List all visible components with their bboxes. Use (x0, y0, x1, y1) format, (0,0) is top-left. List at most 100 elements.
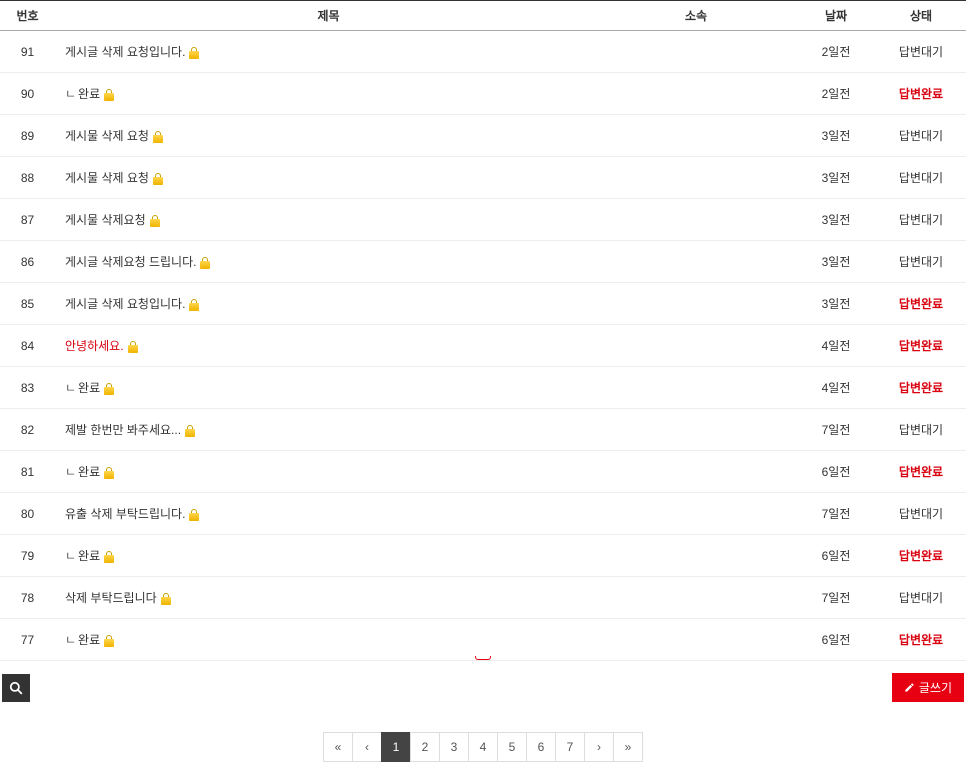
cell-date: 3일전 (796, 283, 876, 325)
post-title-link[interactable]: 게시글 삭제 요청입니다. (65, 45, 185, 59)
cell-status: 답변대기 (876, 577, 966, 619)
cell-status: 답변대기 (876, 409, 966, 451)
page-last[interactable]: » (613, 732, 643, 762)
post-title-link[interactable]: 완료 (78, 465, 100, 479)
cell-date: 7일전 (796, 493, 876, 535)
cell-no: 81 (0, 451, 55, 493)
cell-title: 게시글 삭제 요청입니다. (55, 283, 596, 325)
post-title-link[interactable]: 게시글 삭제요청 드립니다. (65, 255, 196, 269)
lock-icon (104, 89, 114, 101)
cell-affil (596, 367, 796, 409)
header-title: 제목 (55, 1, 596, 31)
header-no: 번호 (0, 1, 55, 31)
cell-title: 게시물 삭제 요청 (55, 115, 596, 157)
post-title-link[interactable]: 삭제 부탁드립니다 (65, 591, 157, 605)
cell-date: 7일전 (796, 577, 876, 619)
post-title-link[interactable]: 안녕하세요. (65, 339, 124, 353)
page-next[interactable]: › (584, 732, 614, 762)
cell-status: 답변대기 (876, 241, 966, 283)
cell-status: 답변완료 (876, 451, 966, 493)
table-row: 84안녕하세요.4일전답변완료 (0, 325, 966, 367)
page-first[interactable]: « (323, 732, 353, 762)
post-title-link[interactable]: 완료 (78, 549, 100, 563)
cell-date: 3일전 (796, 241, 876, 283)
header-affil: 소속 (596, 1, 796, 31)
post-title-link[interactable]: 완료 (78, 633, 100, 647)
reply-prefix: ㄴ (65, 465, 76, 479)
post-title-link[interactable]: 유출 삭제 부탁드립니다. (65, 507, 185, 521)
cell-no: 88 (0, 157, 55, 199)
table-row: 91게시글 삭제 요청입니다.2일전답변대기 (0, 31, 966, 73)
lock-icon (104, 467, 114, 479)
cell-no: 79 (0, 535, 55, 577)
lock-icon (150, 215, 160, 227)
table-row: 85 게시글 삭제 요청입니다. 3일전답변완료 (0, 283, 966, 325)
page-4[interactable]: 4 (468, 732, 498, 762)
cell-date: 3일전 (796, 199, 876, 241)
lock-icon (200, 257, 210, 269)
cell-title: 삭제 부탁드립니다 (55, 577, 596, 619)
lock-icon (189, 47, 199, 59)
cell-no: 82 (0, 409, 55, 451)
page-2[interactable]: 2 (410, 732, 440, 762)
cell-affil (596, 31, 796, 73)
post-title-link[interactable]: 제발 한번만 봐주세요... (65, 423, 181, 437)
cell-affil (596, 199, 796, 241)
table-row: 89게시물 삭제 요청3일전답변대기 (0, 115, 966, 157)
cell-affil (596, 241, 796, 283)
pencil-icon (904, 682, 915, 693)
page-7[interactable]: 7 (555, 732, 585, 762)
cell-affil (596, 535, 796, 577)
write-button[interactable]: 글쓰기 (892, 673, 964, 702)
page-1[interactable]: 1 (381, 732, 411, 762)
cell-affil (596, 409, 796, 451)
cell-title: 안녕하세요. (55, 325, 596, 367)
cell-title: 게시물 삭제요청 (55, 199, 596, 241)
cell-status: 답변완료 (876, 283, 966, 325)
cell-affil (596, 493, 796, 535)
table-row: 83ㄴ완료4일전답변완료 (0, 367, 966, 409)
table-row: 90ㄴ완료2일전답변완료 (0, 73, 966, 115)
cell-affil (596, 325, 796, 367)
cell-affil (596, 115, 796, 157)
board-table: 번호 제목 소속 날짜 상태 91게시글 삭제 요청입니다.2일전답변대기90ㄴ… (0, 0, 966, 661)
cell-affil (596, 157, 796, 199)
cell-no: 87 (0, 199, 55, 241)
cell-affil (596, 451, 796, 493)
table-row: 87게시물 삭제요청3일전답변대기 (0, 199, 966, 241)
cell-date: 7일전 (796, 409, 876, 451)
cell-title: 게시글 삭제요청 드립니다. (55, 241, 596, 283)
cell-affil (596, 283, 796, 325)
lock-icon (189, 299, 199, 311)
lock-icon (104, 635, 114, 647)
cell-no: 80 (0, 493, 55, 535)
post-title-link[interactable]: 완료 (78, 87, 100, 101)
cell-status: 답변완료 (876, 367, 966, 409)
cell-date: 4일전 (796, 367, 876, 409)
table-row: 78삭제 부탁드립니다7일전답변대기 (0, 577, 966, 619)
search-button[interactable] (2, 674, 30, 702)
cell-no: 89 (0, 115, 55, 157)
post-title-link[interactable]: 게시글 삭제 요청입니다. (65, 297, 185, 311)
lock-icon (104, 551, 114, 563)
page-5[interactable]: 5 (497, 732, 527, 762)
pagination: «‹1234567›» (0, 732, 966, 762)
cell-date: 6일전 (796, 451, 876, 493)
post-title-link[interactable]: 게시물 삭제 요청 (65, 129, 149, 143)
lock-icon (189, 509, 199, 521)
page-6[interactable]: 6 (526, 732, 556, 762)
write-button-label: 글쓰기 (919, 679, 952, 696)
cell-no: 85 (0, 283, 55, 325)
lock-icon (128, 341, 138, 353)
cell-title: 게시글 삭제 요청입니다. (55, 31, 596, 73)
post-title-link[interactable]: 게시물 삭제 요청 (65, 171, 149, 185)
post-title-link[interactable]: 게시물 삭제요청 (65, 213, 146, 227)
table-row: 79ㄴ완료6일전답변완료 (0, 535, 966, 577)
page-prev[interactable]: ‹ (352, 732, 382, 762)
cell-title: ㄴ완료 (55, 451, 596, 493)
page-3[interactable]: 3 (439, 732, 469, 762)
post-title-link[interactable]: 완료 (78, 381, 100, 395)
table-row: 88게시물 삭제 요청3일전답변대기 (0, 157, 966, 199)
cell-affil (596, 577, 796, 619)
header-status: 상태 (876, 1, 966, 31)
